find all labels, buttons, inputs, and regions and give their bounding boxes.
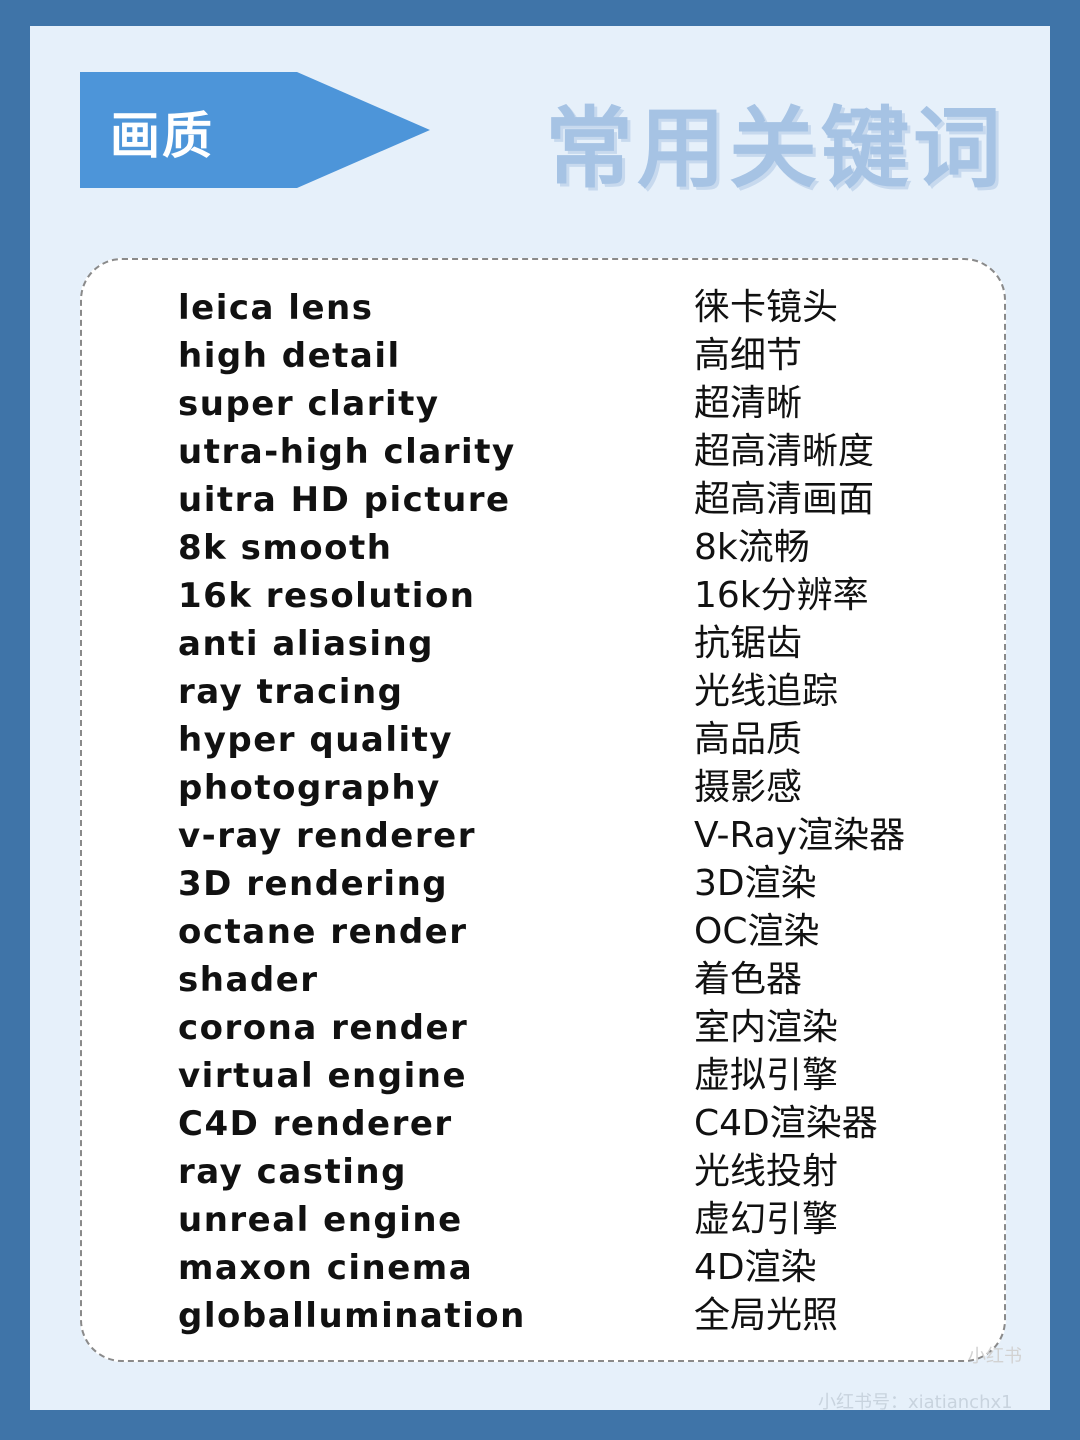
english-term: shader <box>178 960 319 1000</box>
english-term: high detail <box>178 336 401 376</box>
chinese-term: 虚拟引擎 <box>694 1055 839 1096</box>
watermark-handle: 小红书号：xiatianchx1 <box>818 1392 1013 1413</box>
section-label: 画质 <box>110 106 214 165</box>
chinese-term: OC渲染 <box>694 911 820 952</box>
english-term: 3D rendering <box>178 864 449 904</box>
chinese-term: 光线投射 <box>694 1151 839 1192</box>
chinese-term: 徕卡镜头 <box>694 287 839 328</box>
english-term: unreal engine <box>178 1200 463 1240</box>
chinese-term: 超高清晰度 <box>694 431 875 472</box>
chinese-term: 光线追踪 <box>694 671 839 712</box>
english-term: corona render <box>178 1008 469 1048</box>
chinese-term: 16k分辨率 <box>694 575 869 616</box>
english-term: utra-high clarity <box>178 432 516 472</box>
chinese-term: V-Ray渲染器 <box>694 815 906 856</box>
chinese-term: 3D渲染 <box>694 863 817 904</box>
english-term: 8k smooth <box>178 528 393 568</box>
english-term: C4D renderer <box>178 1104 453 1144</box>
english-term: super clarity <box>178 384 440 424</box>
chinese-term: 超清晰 <box>694 383 803 424</box>
chinese-term: C4D渲染器 <box>694 1103 878 1144</box>
chinese-term: 全局光照 <box>694 1295 839 1336</box>
chinese-term-list: 徕卡镜头高细节超清晰超高清晰度超高清画面 8k流畅 16k分辨率 抗锯齿光线追踪高品质… <box>694 284 905 1340</box>
chinese-term: 8k流畅 <box>694 527 810 568</box>
english-term-list: leica lens high detail super clarity utra-h… <box>178 284 526 1340</box>
english-term: ray casting <box>178 1152 407 1192</box>
english-term: leica lens <box>178 288 374 328</box>
english-term: photography <box>178 768 441 808</box>
english-term: octane render <box>178 912 468 952</box>
english-term: globallumination <box>178 1296 526 1336</box>
chinese-term: 超高清画面 <box>694 479 875 520</box>
english-term: anti aliasing <box>178 624 435 664</box>
english-term: virtual engine <box>178 1056 467 1096</box>
chinese-term: 虚幻引擎 <box>694 1199 839 1240</box>
chinese-term: 着色器 <box>694 959 803 1000</box>
english-term: uitra HD picture <box>178 480 511 520</box>
chinese-term: 抗锯齿 <box>694 623 803 664</box>
english-term: v-ray renderer <box>178 816 476 856</box>
chinese-term: 高品质 <box>694 719 803 760</box>
page-title: 常用关键词 <box>545 96 1006 200</box>
chinese-term: 4D渲染 <box>694 1247 817 1288</box>
chinese-term: 高细节 <box>694 335 803 376</box>
english-term: ray tracing <box>178 672 404 712</box>
english-term: hyper quality <box>178 720 454 760</box>
chinese-term: 摄影感 <box>694 767 803 808</box>
watermark-badge: 小红书 <box>968 1346 1022 1367</box>
english-term: maxon cinema <box>178 1248 474 1288</box>
english-term: 16k resolution <box>178 576 476 616</box>
chinese-term: 室内渲染 <box>694 1007 839 1048</box>
